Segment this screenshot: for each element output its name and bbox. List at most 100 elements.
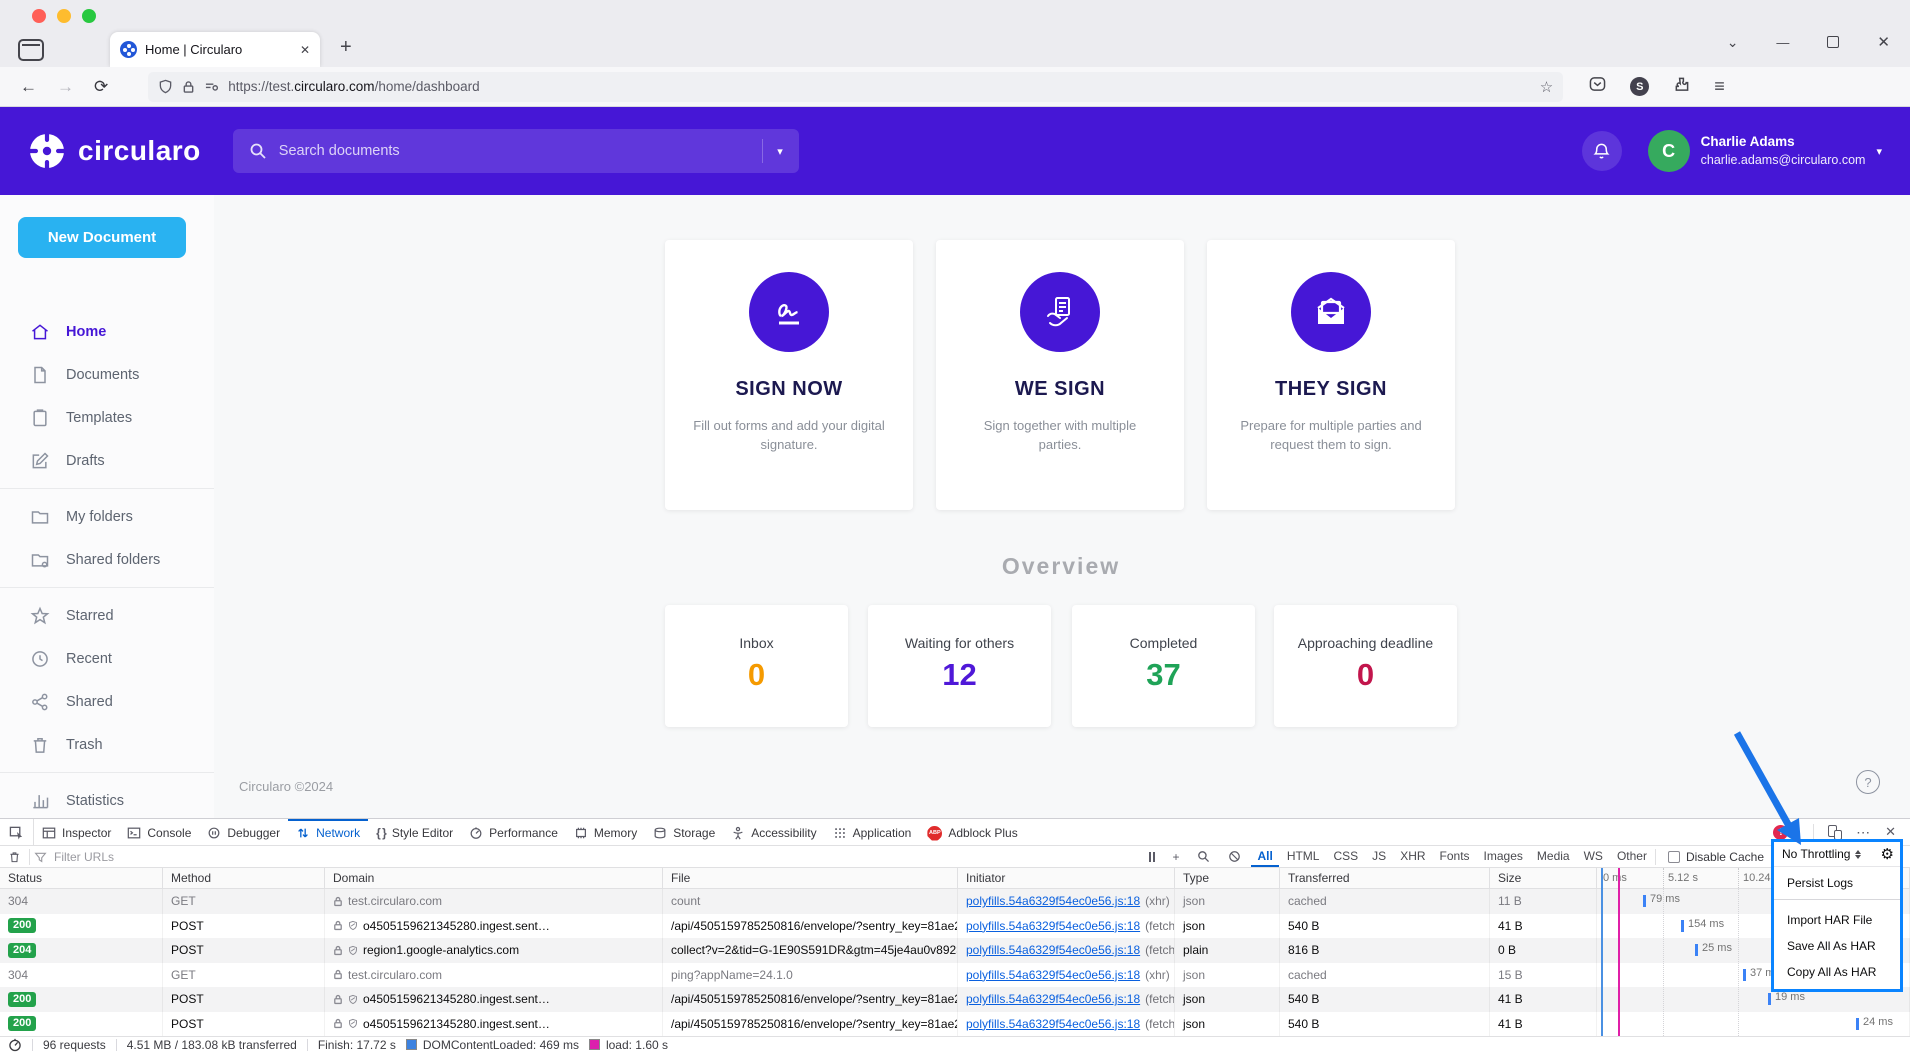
menu-item-persist-logs[interactable]: Persist Logs xyxy=(1774,867,1900,899)
sidebar-item-trash[interactable]: Trash xyxy=(0,723,214,766)
add-request-icon[interactable]: + xyxy=(1164,850,1187,864)
filter-ws[interactable]: WS xyxy=(1578,847,1609,867)
tab-debugger[interactable]: Debugger xyxy=(199,819,288,845)
menu-hamburger-icon[interactable]: ≡ xyxy=(1714,76,1725,97)
filter-all[interactable]: All xyxy=(1251,847,1278,867)
overview-card-inbox[interactable]: Inbox 0 xyxy=(665,605,848,727)
filter-xhr[interactable]: XHR xyxy=(1394,847,1431,867)
tracking-shield-icon[interactable] xyxy=(158,79,173,94)
responsive-mode-icon[interactable] xyxy=(1828,825,1842,840)
url-text[interactable]: https://test.circularo.com/home/dashboar… xyxy=(228,79,1531,94)
they-sign-card[interactable]: THEY SIGN Prepare for multiple parties a… xyxy=(1207,240,1455,510)
col-size[interactable]: Size xyxy=(1490,868,1597,888)
filter-fonts[interactable]: Fonts xyxy=(1434,847,1476,867)
we-sign-card[interactable]: WE SIGN Sign together with multiple part… xyxy=(936,240,1184,510)
forward-button[interactable]: → xyxy=(57,77,74,97)
tab-inspector[interactable]: Inspector xyxy=(34,819,119,845)
zoom-light[interactable] xyxy=(82,9,96,23)
maximize-icon[interactable] xyxy=(1827,36,1839,48)
sidebar-item-drafts[interactable]: Drafts xyxy=(0,439,214,482)
filter-urls-input[interactable]: Filter URLs xyxy=(34,850,1142,864)
search-bar[interactable]: Search documents ▾ xyxy=(233,129,799,173)
col-type[interactable]: Type xyxy=(1175,868,1280,888)
avatar[interactable]: C xyxy=(1648,130,1690,172)
network-row[interactable]: 204 POST region1.google-analytics.com co… xyxy=(0,938,1910,963)
block-icon[interactable] xyxy=(1220,850,1249,863)
initiator-link[interactable]: polyfills.54a6329f54ec0e56.js:18 xyxy=(966,943,1140,957)
pause-icon[interactable] xyxy=(1142,852,1163,862)
minimize-light[interactable] xyxy=(57,9,71,23)
back-button[interactable]: ← xyxy=(20,77,37,97)
tab-accessibility[interactable]: Accessibility xyxy=(723,819,824,845)
throttling-select[interactable]: No Throttling xyxy=(1782,847,1861,861)
col-domain[interactable]: Domain xyxy=(325,868,663,888)
filter-media[interactable]: Media xyxy=(1531,847,1576,867)
tab-memory[interactable]: Memory xyxy=(566,819,645,845)
tab-close-icon[interactable]: ✕ xyxy=(300,43,310,57)
sidebar-item-recent[interactable]: Recent xyxy=(0,637,214,680)
pocket-icon[interactable] xyxy=(1589,76,1606,97)
extension-s-badge[interactable]: S xyxy=(1630,77,1649,96)
network-row[interactable]: 304 GET test.circularo.com count polyfil… xyxy=(0,889,1910,914)
col-status[interactable]: Status xyxy=(0,868,163,888)
window-close-icon[interactable]: ✕ xyxy=(1877,33,1890,51)
browser-tab[interactable]: Home | Circularo ✕ xyxy=(110,32,320,67)
notifications-button[interactable] xyxy=(1582,131,1622,171)
network-settings-gear-icon[interactable]: ⚙ xyxy=(1881,845,1894,863)
sidebar-item-shared-folders[interactable]: Shared folders xyxy=(0,538,214,581)
initiator-link[interactable]: polyfills.54a6329f54ec0e56.js:18 xyxy=(966,894,1140,908)
initiator-link[interactable]: polyfills.54a6329f54ec0e56.js:18 xyxy=(966,1017,1140,1031)
overview-card-deadline[interactable]: Approaching deadline 0 xyxy=(1274,605,1457,727)
tab-performance[interactable]: Performance xyxy=(461,819,566,845)
list-tabs-icon[interactable]: ⌄ xyxy=(1727,34,1739,51)
error-count-badge[interactable]: !1 xyxy=(1773,825,1799,840)
initiator-link[interactable]: polyfills.54a6329f54ec0e56.js:18 xyxy=(966,968,1140,982)
tab-network[interactable]: Network xyxy=(288,819,368,845)
circularo-logo[interactable]: circularo xyxy=(26,130,201,172)
filter-css[interactable]: CSS xyxy=(1327,847,1364,867)
disable-cache-checkbox[interactable]: Disable Cache xyxy=(1668,850,1764,864)
extensions-puzzle-icon[interactable] xyxy=(1673,76,1690,97)
sidebar-item-my-folders[interactable]: My folders xyxy=(0,495,214,538)
network-row[interactable]: 200 POST o4505159621345280.ingest.sent… … xyxy=(0,914,1910,939)
bookmark-star-icon[interactable]: ☆ xyxy=(1540,78,1553,96)
overview-card-waiting[interactable]: Waiting for others 12 xyxy=(868,605,1051,727)
devtools-menu-icon[interactable]: ⋯ xyxy=(1856,824,1871,841)
sidebar-item-starred[interactable]: Starred xyxy=(0,594,214,637)
col-file[interactable]: File xyxy=(663,868,958,888)
tab-storage[interactable]: Storage xyxy=(645,819,723,845)
col-initiator[interactable]: Initiator xyxy=(958,868,1175,888)
reload-button[interactable]: ⟳ xyxy=(94,77,108,97)
menu-item-save-har[interactable]: Save All As HAR xyxy=(1774,933,1900,959)
initiator-link[interactable]: polyfills.54a6329f54ec0e56.js:18 xyxy=(966,992,1140,1006)
overview-card-completed[interactable]: Completed 37 xyxy=(1072,605,1255,727)
network-row[interactable]: 200 POST o4505159621345280.ingest.sent… … xyxy=(0,1012,1910,1037)
new-tab-button[interactable]: + xyxy=(340,36,352,59)
initiator-link[interactable]: polyfills.54a6329f54ec0e56.js:18 xyxy=(966,919,1140,933)
filter-images[interactable]: Images xyxy=(1478,847,1529,867)
user-caret-icon[interactable]: ▾ xyxy=(1876,145,1882,158)
sidebar-item-statistics[interactable]: Statistics xyxy=(0,779,214,818)
network-row[interactable]: 200 POST o4505159621345280.ingest.sent… … xyxy=(0,987,1910,1012)
performance-analysis-icon[interactable] xyxy=(8,1038,22,1052)
window-traffic-lights[interactable] xyxy=(32,9,96,23)
search-dropdown-icon[interactable]: ▾ xyxy=(777,145,783,158)
filter-html[interactable]: HTML xyxy=(1281,847,1326,867)
col-transferred[interactable]: Transferred xyxy=(1280,868,1490,888)
permissions-icon[interactable] xyxy=(204,80,219,93)
filter-other[interactable]: Other xyxy=(1611,847,1653,867)
sidebar-item-templates[interactable]: Templates xyxy=(0,396,214,439)
network-row[interactable]: 304 GET test.circularo.com ping?appName=… xyxy=(0,963,1910,988)
sidebar-item-shared[interactable]: Shared xyxy=(0,680,214,723)
devtools-close-icon[interactable]: ✕ xyxy=(1885,824,1896,840)
sign-now-card[interactable]: SIGN NOW Fill out forms and add your dig… xyxy=(665,240,913,510)
clear-requests-icon[interactable] xyxy=(0,850,29,864)
menu-item-copy-har[interactable]: Copy All As HAR xyxy=(1774,959,1900,985)
tab-adblock-plus[interactable]: ABPAdblock Plus xyxy=(919,819,1025,845)
help-button[interactable]: ? xyxy=(1856,770,1880,794)
sidebar-item-home[interactable]: Home xyxy=(0,310,214,353)
checkbox-icon[interactable] xyxy=(1668,851,1680,863)
element-picker-icon[interactable] xyxy=(0,819,34,845)
url-bar[interactable]: https://test.circularo.com/home/dashboar… xyxy=(148,72,1563,102)
menu-item-import-har[interactable]: Import HAR File xyxy=(1774,907,1900,933)
